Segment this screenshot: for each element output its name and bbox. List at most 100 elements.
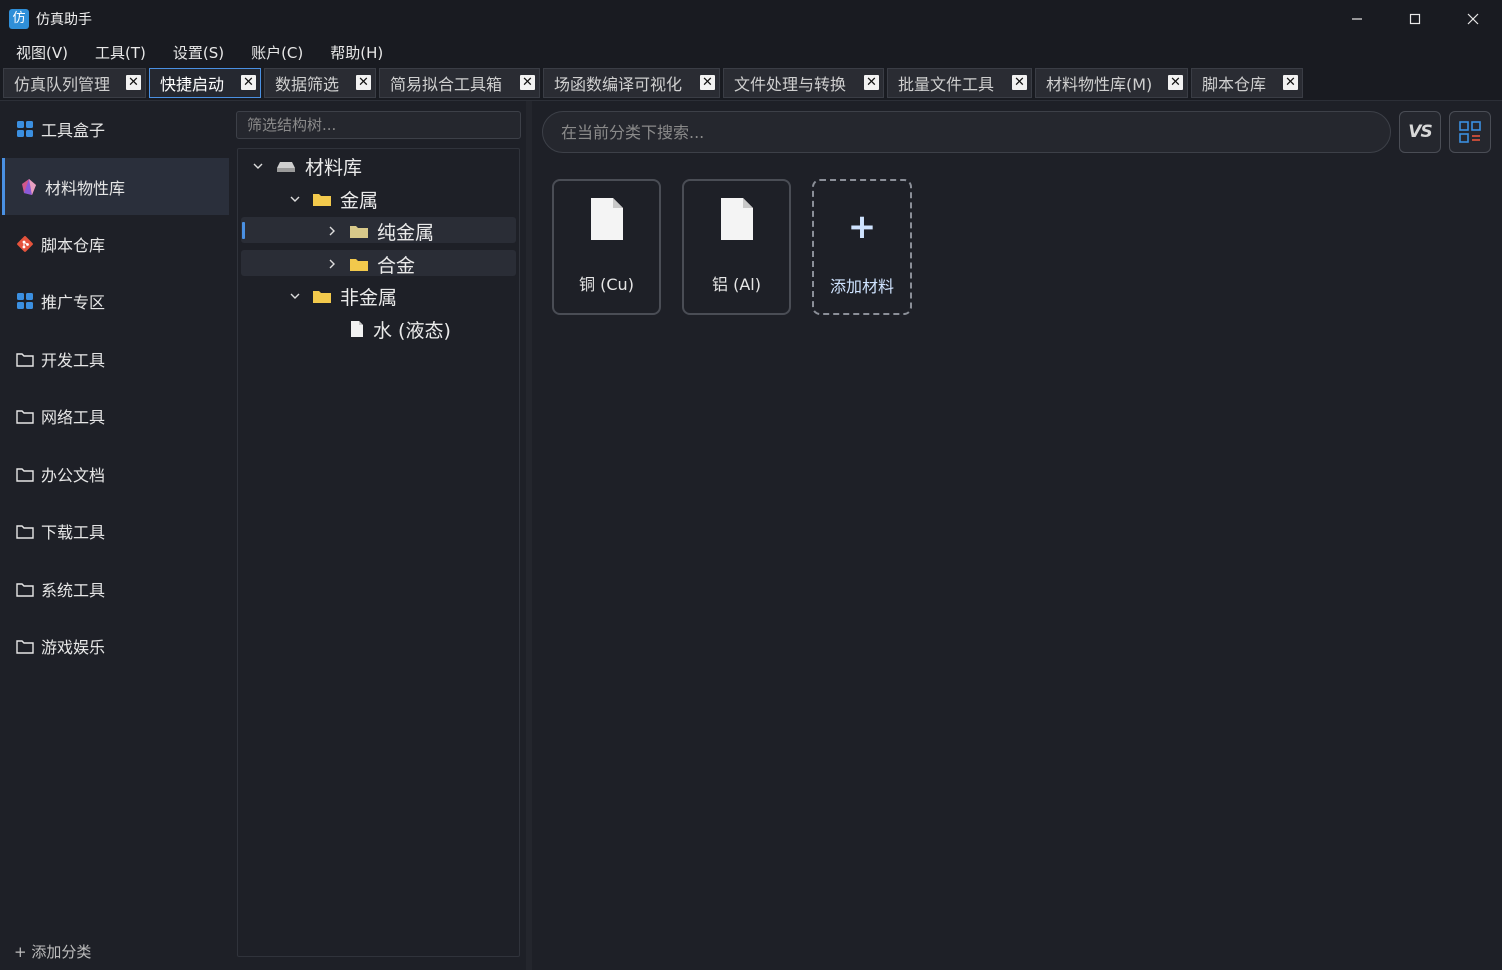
- chevron-down-icon[interactable]: [250, 160, 266, 172]
- tab-close-icon[interactable]: ✕: [1283, 75, 1298, 90]
- tab-label: 批量文件工具: [898, 75, 995, 94]
- folder-icon: [350, 224, 368, 238]
- app-icon: 仿: [9, 9, 29, 29]
- tab-batch-file-tools[interactable]: 批量文件工具 ✕: [887, 68, 1032, 98]
- folder-icon: [15, 464, 35, 484]
- menu-bar: 视图(V) 工具(T) 设置(S) 账户(C) 帮助(H): [0, 38, 1502, 66]
- close-icon: [1467, 13, 1479, 25]
- close-button[interactable]: [1444, 0, 1502, 38]
- tree-node-label: 纯金属: [377, 221, 435, 244]
- chevron-down-icon[interactable]: [287, 193, 303, 205]
- tree-node-label: 水 (液态): [373, 319, 451, 342]
- tab-close-icon[interactable]: ✕: [520, 75, 535, 90]
- folder-icon: [15, 579, 35, 599]
- document-icon: [590, 197, 624, 245]
- menu-help[interactable]: 帮助(H): [314, 42, 394, 63]
- tab-close-icon[interactable]: ✕: [700, 75, 715, 90]
- add-material-card[interactable]: + 添加材料: [812, 179, 912, 315]
- tab-close-icon[interactable]: ✕: [864, 75, 879, 90]
- tab-label: 数据筛选: [275, 75, 340, 94]
- tree-node-pure-metals[interactable]: 纯金属: [324, 218, 434, 244]
- material-card-aluminum[interactable]: 铝 (Al): [682, 179, 791, 315]
- tab-close-icon[interactable]: ✕: [241, 75, 256, 90]
- crystal-icon: [19, 177, 39, 197]
- tree-filter-input[interactable]: [236, 111, 521, 139]
- sidebar-item-games[interactable]: 游戏娱乐: [3, 618, 226, 674]
- tree-node-material-library[interactable]: 材料库: [250, 153, 362, 179]
- sidebar-item-label: 工具盒子: [41, 121, 106, 140]
- tab-label: 文件处理与转换: [734, 75, 847, 94]
- sidebar-item-office-docs[interactable]: 办公文档: [3, 446, 226, 502]
- document-icon: [720, 197, 754, 245]
- layout-toggle-button[interactable]: [1449, 111, 1491, 153]
- vscode-button[interactable]: VS: [1399, 111, 1441, 153]
- tab-close-icon[interactable]: ✕: [1168, 75, 1183, 90]
- maximize-button[interactable]: [1386, 0, 1444, 38]
- window-title: 仿真助手: [36, 12, 92, 28]
- material-card-copper[interactable]: 铜 (Cu): [552, 179, 661, 315]
- tree-node-metals[interactable]: 金属: [287, 186, 378, 212]
- menu-view[interactable]: 视图(V): [0, 42, 79, 63]
- tab-label: 脚本仓库: [1202, 75, 1267, 94]
- sidebar-item-script-repo[interactable]: 脚本仓库: [3, 216, 226, 272]
- tree-node-alloys[interactable]: 合金: [324, 251, 415, 277]
- tab-data-filter[interactable]: 数据筛选 ✕: [264, 68, 376, 98]
- folder-icon: [313, 192, 331, 206]
- sidebar-item-label: 推广专区: [41, 293, 106, 312]
- minimize-icon: [1352, 18, 1362, 20]
- sidebar-item-download-tools[interactable]: 下载工具: [3, 503, 226, 559]
- sidebar-item-system-tools[interactable]: 系统工具: [3, 561, 226, 617]
- minimize-button[interactable]: [1328, 0, 1386, 38]
- tab-field-function-visualization[interactable]: 场函数编译可视化 ✕: [543, 68, 720, 98]
- menu-settings[interactable]: 设置(S): [157, 42, 235, 63]
- drive-icon: [276, 159, 296, 173]
- file-icon: [350, 320, 364, 338]
- folder-icon: [313, 289, 331, 303]
- title-bar: 仿 仿真助手: [0, 0, 1502, 38]
- chevron-down-icon[interactable]: [287, 290, 303, 302]
- menu-account[interactable]: 账户(C): [235, 42, 314, 63]
- category-search-input[interactable]: [542, 111, 1391, 153]
- vscode-icon: VS: [1408, 122, 1432, 142]
- menu-tools[interactable]: 工具(T): [79, 42, 157, 63]
- tab-label: 仿真队列管理: [14, 75, 111, 94]
- tab-label: 快捷启动: [160, 75, 225, 94]
- sidebar-item-label: 游戏娱乐: [41, 638, 106, 657]
- tab-file-conversion[interactable]: 文件处理与转换 ✕: [723, 68, 884, 98]
- tab-fitting-toolbox[interactable]: 简易拟合工具箱 ✕: [379, 68, 540, 98]
- chevron-right-icon[interactable]: [324, 258, 340, 270]
- sidebar-item-promotion[interactable]: 推广专区: [3, 273, 226, 329]
- material-card-label: 铜 (Cu): [579, 275, 634, 294]
- sidebar-item-toolbox[interactable]: 工具盒子: [3, 101, 226, 157]
- folder-icon: [15, 636, 35, 656]
- tab-simulation-queue[interactable]: 仿真队列管理 ✕: [3, 68, 146, 98]
- tab-quick-launch[interactable]: 快捷启动 ✕: [149, 68, 261, 98]
- folder-icon: [15, 406, 35, 426]
- tab-script-repo[interactable]: 脚本仓库 ✕: [1191, 68, 1303, 98]
- sidebar-item-label: 系统工具: [41, 581, 106, 600]
- sidebar-item-label: 开发工具: [41, 351, 106, 370]
- sidebar-item-network-tools[interactable]: 网络工具: [3, 388, 226, 444]
- add-category-button[interactable]: + 添加分类: [14, 941, 91, 962]
- sidebar-item-dev-tools[interactable]: 开发工具: [3, 331, 226, 387]
- window-controls: [1328, 0, 1502, 38]
- sidebar-item-material-library[interactable]: 材料物性库: [2, 158, 229, 215]
- tab-label: 简易拟合工具箱: [390, 75, 503, 94]
- grid-icon: [15, 119, 35, 139]
- tree-node-non-metals[interactable]: 非金属: [287, 283, 397, 309]
- sidebar-item-label: 网络工具: [41, 408, 106, 427]
- tab-material-library[interactable]: 材料物性库(M) ✕: [1035, 68, 1188, 98]
- folder-icon: [350, 257, 368, 271]
- folder-icon: [15, 521, 35, 541]
- tab-close-icon[interactable]: ✕: [1012, 75, 1027, 90]
- tab-close-icon[interactable]: ✕: [356, 75, 371, 90]
- tree-node-water[interactable]: 水 (液态): [340, 316, 451, 342]
- panel-splitter[interactable]: [526, 101, 532, 970]
- tab-close-icon[interactable]: ✕: [126, 75, 141, 90]
- chevron-right-icon[interactable]: [324, 225, 340, 237]
- layout-grid-icon: [1459, 121, 1481, 143]
- maximize-icon: [1409, 13, 1421, 25]
- tab-label: 材料物性库(M): [1046, 75, 1153, 94]
- sidebar-item-label: 材料物性库: [45, 178, 126, 198]
- tab-bar: 仿真队列管理 ✕ 快捷启动 ✕ 数据筛选 ✕ 简易拟合工具箱 ✕ 场函数编译可视…: [0, 66, 1502, 101]
